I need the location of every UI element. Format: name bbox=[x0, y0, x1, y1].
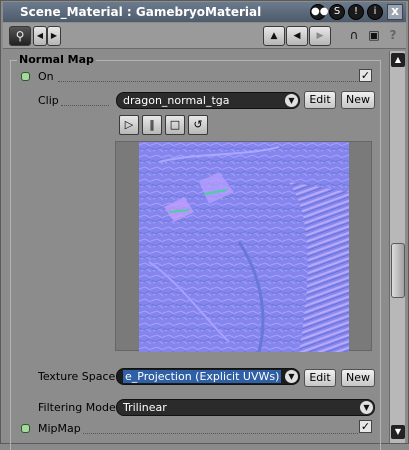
clip-value: dragon_normal_tga bbox=[123, 94, 230, 107]
clip-edit-button[interactable]: Edit bbox=[304, 91, 336, 109]
normal-map-image bbox=[139, 142, 349, 352]
vertical-scrollbar[interactable]: ▲ ▼ bbox=[389, 51, 405, 443]
close-button[interactable]: x bbox=[387, 4, 403, 20]
on-label: On bbox=[38, 70, 54, 83]
help-button[interactable]: ? bbox=[385, 26, 401, 46]
chevron-down-icon[interactable]: ▼ bbox=[285, 94, 298, 107]
magnet-icon[interactable]: ∩ bbox=[345, 26, 363, 46]
texture-space-label: Texture Space bbox=[38, 370, 116, 383]
right-button[interactable]: ▶ bbox=[309, 26, 331, 46]
mipmap-label: MipMap bbox=[38, 422, 81, 435]
stop-button[interactable]: □ bbox=[165, 115, 185, 135]
texture-space-dropdown[interactable]: e_Projection (Explicit UVWs) ▼ bbox=[116, 368, 300, 385]
on-indicator-icon bbox=[21, 72, 30, 81]
pause-button[interactable]: ‖ bbox=[142, 115, 162, 135]
info-icon[interactable]: i bbox=[367, 4, 383, 20]
layers-icon[interactable]: ▣ bbox=[365, 26, 383, 46]
link-icon[interactable]: ⚲ bbox=[9, 26, 31, 46]
on-checkbox[interactable]: ✓ bbox=[359, 69, 372, 82]
player-controls: ▷ ‖ □ ↺ bbox=[119, 115, 219, 137]
sync-icon[interactable]: S bbox=[329, 4, 345, 20]
texture-space-value: e_Projection (Explicit UVWs) bbox=[123, 370, 282, 383]
play-button[interactable]: ▷ bbox=[119, 115, 139, 135]
window-title: Scene_Material : GamebryoMaterial bbox=[20, 5, 262, 19]
texture-space-edit-button[interactable]: Edit bbox=[304, 369, 336, 387]
up-button[interactable]: ▲ bbox=[263, 26, 285, 46]
properties-panel: Normal Map On ✓ Clip dragon_normal_tga ▼… bbox=[3, 51, 388, 450]
mipmap-indicator-icon bbox=[21, 424, 30, 433]
clip-new-button[interactable]: New bbox=[341, 91, 375, 109]
scroll-thumb[interactable] bbox=[391, 243, 405, 298]
toolbar: ⚲ ◀ ▶ ▲ ◀ ▶ ∩ ▣ ? bbox=[3, 23, 406, 49]
filtering-mode-label: Filtering Mode bbox=[38, 401, 116, 414]
eyes-icon[interactable]: ●● bbox=[310, 4, 328, 20]
texture-space-new-button[interactable]: New bbox=[341, 369, 375, 387]
mipmap-checkbox[interactable]: ✓ bbox=[359, 420, 372, 433]
clip-label: Clip bbox=[38, 94, 59, 107]
filtering-mode-value: Trilinear bbox=[123, 401, 167, 414]
material-window: Scene_Material : GamebryoMaterial ●● S !… bbox=[0, 0, 409, 450]
left-button[interactable]: ◀ bbox=[286, 26, 308, 46]
title-bar[interactable]: Scene_Material : GamebryoMaterial ●● S !… bbox=[3, 2, 406, 22]
filtering-mode-dropdown[interactable]: Trilinear ▼ bbox=[116, 399, 375, 416]
nav-forward-button[interactable]: ▶ bbox=[47, 26, 61, 46]
rewind-button[interactable]: ↺ bbox=[188, 115, 208, 135]
on-leader bbox=[58, 81, 358, 82]
mipmap-leader bbox=[83, 433, 358, 434]
texture-preview bbox=[115, 141, 372, 352]
section-title: Normal Map bbox=[17, 53, 96, 66]
clip-dropdown[interactable]: dragon_normal_tga ▼ bbox=[116, 92, 300, 109]
nav-back-button[interactable]: ◀ bbox=[33, 26, 47, 46]
scroll-down-icon[interactable]: ▼ bbox=[391, 425, 405, 439]
scroll-up-icon[interactable]: ▲ bbox=[391, 53, 405, 67]
clip-leader bbox=[61, 105, 109, 106]
chevron-down-icon[interactable]: ▼ bbox=[285, 370, 298, 383]
lock-icon[interactable]: ! bbox=[348, 4, 364, 20]
chevron-down-icon[interactable]: ▼ bbox=[360, 401, 373, 414]
